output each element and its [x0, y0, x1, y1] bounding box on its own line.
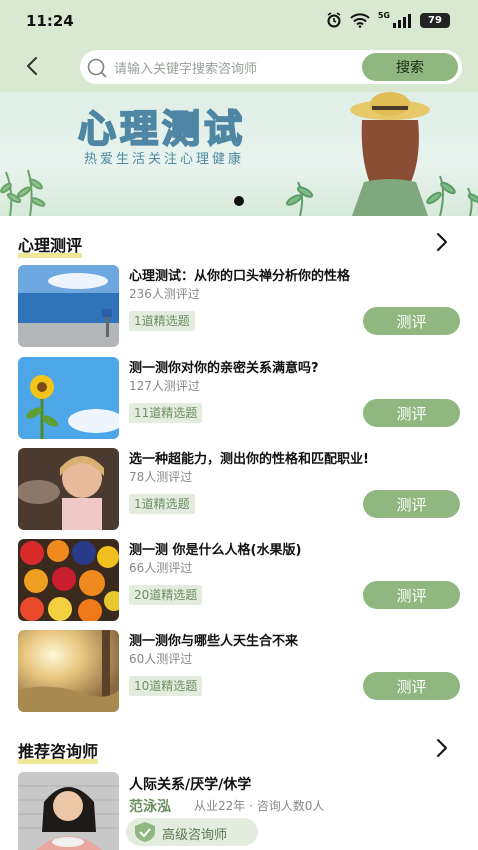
test-title: 心理测试：从你的口头禅分析你的性格 — [129, 269, 351, 284]
test-thumbnail — [18, 630, 119, 712]
alarm-icon — [327, 12, 341, 28]
status-time: 11:24 — [26, 12, 74, 30]
status-icons: 5G 79 — [326, 10, 450, 28]
signal-icon — [393, 13, 411, 28]
shield-icon — [135, 822, 155, 842]
chevron-right-icon — [437, 233, 447, 251]
question-tag: 11道精选题 — [129, 403, 203, 423]
evaluate-button[interactable]: 测评 — [363, 672, 460, 700]
test-count: 78人测评过 — [129, 470, 193, 484]
section-title: 心理测评 — [18, 232, 83, 258]
banner-subtitle: 热爱生活关注心理健康 — [84, 152, 245, 167]
evaluate-button[interactable]: 测评 — [363, 307, 460, 335]
list-item[interactable]: 选一种超能力，测出你的性格和匹配职业! 78人测评过 1道精选题 测评 — [18, 448, 464, 530]
test-thumbnail — [18, 448, 119, 530]
section-title: 推荐咨询师 — [18, 738, 99, 764]
question-tag: 1道精选题 — [129, 494, 195, 514]
list-item[interactable]: 测一测你对你的亲密关系满意吗? 127人测评过 11道精选题 测评 — [18, 357, 464, 439]
battery-indicator: 79 — [420, 12, 450, 28]
network-label: 5G — [377, 10, 390, 20]
counselor-specialty: 人际关系/厌学/休学 — [129, 777, 252, 793]
counselors-section-header: 推荐咨询师 — [0, 734, 478, 764]
tests-section-header: 心理测评 — [0, 228, 478, 258]
test-count: 236人测评过 — [129, 287, 200, 301]
test-title: 选一种超能力，测出你的性格和匹配职业! — [129, 452, 369, 467]
test-thumbnail — [18, 357, 119, 439]
chevron-right-icon — [437, 739, 447, 757]
test-count: 66人测评过 — [129, 561, 193, 575]
question-tag: 1道精选题 — [129, 311, 195, 331]
back-button[interactable] — [18, 52, 46, 80]
test-thumbnail — [18, 539, 119, 621]
banner-carousel[interactable]: 心理测试 热爱生活关注心理健康 — [0, 92, 478, 216]
wifi-icon — [350, 12, 370, 28]
counselor-card[interactable]: 人际关系/厌学/休学 范泳泓 从业22年 · 咨询人数0人 高级咨询师 — [18, 772, 464, 850]
list-item[interactable]: 心理测试：从你的口头禅分析你的性格 236人测评过 1道精选题 测评 — [18, 265, 464, 347]
list-item[interactable]: 测一测你与哪些人天生合不来 60人测评过 10道精选题 测评 — [18, 630, 464, 712]
search-input[interactable]: 请输入关键字搜索咨询师 — [114, 58, 257, 77]
carousel-indicator — [234, 196, 244, 206]
search-button[interactable]: 搜索 — [362, 53, 458, 81]
evaluate-button[interactable]: 测评 — [363, 399, 460, 427]
test-count: 127人测评过 — [129, 379, 200, 393]
banner-title: 心理测试 — [77, 106, 247, 152]
test-title: 测一测 你是什么人格(水果版) — [129, 543, 302, 558]
test-title: 测一测你对你的亲密关系满意吗? — [129, 361, 319, 376]
nav-bar: 请输入关键字搜索咨询师 搜索 — [0, 48, 478, 86]
tests-more-button[interactable] — [430, 230, 454, 254]
counselor-level-badge: 高级咨询师 — [126, 818, 258, 846]
chevron-left-icon — [27, 57, 37, 75]
question-tag: 20道精选题 — [129, 585, 203, 605]
question-tag: 10道精选题 — [129, 676, 203, 696]
test-thumbnail — [18, 265, 119, 347]
search-box[interactable]: 请输入关键字搜索咨询师 搜索 — [80, 50, 462, 84]
list-item[interactable]: 测一测 你是什么人格(水果版) 66人测评过 20道精选题 测评 — [18, 539, 464, 621]
test-count: 60人测评过 — [129, 652, 193, 666]
evaluate-button[interactable]: 测评 — [363, 581, 460, 609]
counselor-name: 范泳泓 — [129, 799, 171, 815]
badge-label: 高级咨询师 — [162, 828, 228, 843]
counselor-avatar — [18, 772, 119, 850]
counselors-more-button[interactable] — [430, 736, 454, 760]
top-header: 11:24 5G 79 请输入关键字搜索咨询师 搜索 — [0, 0, 478, 92]
status-bar: 11:24 5G 79 — [0, 0, 478, 44]
test-title: 测一测你与哪些人天生合不来 — [129, 634, 299, 649]
counselor-info: 从业22年 · 咨询人数0人 — [194, 799, 325, 813]
search-icon — [87, 58, 107, 78]
evaluate-button[interactable]: 测评 — [363, 490, 460, 518]
